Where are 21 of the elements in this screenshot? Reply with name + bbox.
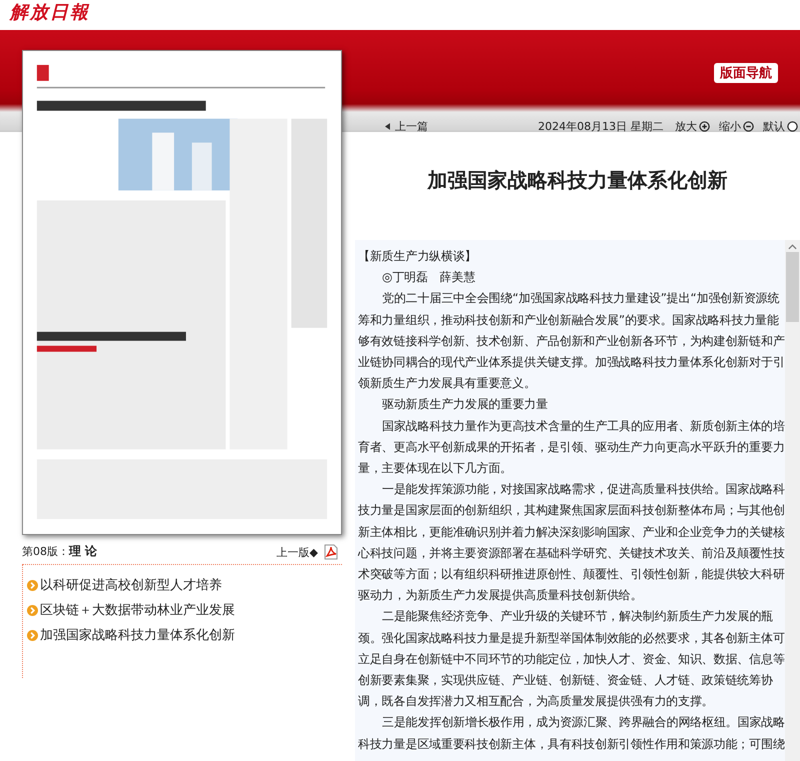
date-text: 2024年08月13日 星期二 xyxy=(538,118,664,134)
article-paragraph: 一是能发挥策源功能，对接国家战略需求，促进高质量科技供给。国家战略科技力量是国家层面的创新组织，其构建聚焦国家层面科技创新整体布局；与其他创新主体相比，更能准确识别并着力解决深刻影响国家、产业和企业竞争力的关键核心科技问题，并将主要资源部署在基础科学研究、关键技术攻关、前沿及颠覆性技术突破等方面；以有组织科研推进原创性、颠覆性、引领性创新，能提供较大科研驱动力，为新质生产力发展提供高质量科技创新供给。 xyxy=(358,481,786,604)
previous-page-link[interactable]: 上一版◆ xyxy=(276,544,318,560)
zoom-out-button[interactable]: 缩小 xyxy=(719,118,754,134)
article-paragraph: ◎丁明磊 薛美慧 xyxy=(381,269,476,286)
article-paragraph: 三是能发挥创新增长极作用，成为资源汇聚、跨界融合的网络枢纽。国家战略科技力量是区域重要科技创新主体，具有科技创新引领性作用和策源功能；可围绕 xyxy=(358,714,786,753)
page-navigation-button[interactable]: 版面导航 xyxy=(714,63,778,83)
article-paragraph: 党的二十届三中全会围绕“加强国家战略科技力量建设”提出“加强创新资源统筹和力量组织，推动科技创新和产业创新融合发展”的要求。国家战略科技力量能够有效链接科学创新、技术创新、产品创新和产业创新各环节，为构建创新链和产业链协同耦合的现代产业体系提供关键支撑。加强战略科技力量体系化创新对于引领新质生产力发展具有重要意义。 xyxy=(358,290,786,392)
article-paragraph: 国家战略科技力量作为更高技术含量的生产工具的应用者、新质创新主体的培育者、更高水平创新成果的开拓者，是引领、驱动生产力向更高水平跃升的重要力量，主要体现在以下几方面。 xyxy=(358,418,786,478)
article-paragraph: 驱动新质生产力发展的重要力量 xyxy=(381,396,549,414)
article-link[interactable]: 以科研促进高校创新型人才培养 xyxy=(27,573,342,598)
article-paragraph: 二是能聚焦经济竞争、产业升级的关键环节，解决制约新质生产力发展的瓶颈。强化国家战略科技力量是提升新型举国体制效能的必然要求，其各创新主体可立足自身在创新链中不同环节的功能定位，加快人才、资金、知识、数据、信息等创新要素集聚，实现供应链、产业链、创新链、资金链、人才链、政策链统筹协调，既各自发挥潜力又相互配合，为高质量发展提供强有力的支撑。 xyxy=(358,608,786,710)
previous-article-link[interactable]: 上一篇 xyxy=(385,118,428,134)
zoom-in-button[interactable]: 放大 xyxy=(675,118,710,134)
reset-zoom-button[interactable]: 默认 xyxy=(763,118,798,134)
article-link[interactable]: 加强国家战略科技力量体系化创新 xyxy=(27,623,342,648)
newspaper-logo: 解放日報 xyxy=(10,1,90,24)
article-link[interactable]: 区块链＋大数据带动林业产业发展 xyxy=(27,598,342,623)
page-label: 第08版：理 论 xyxy=(22,543,98,560)
article-paragraph: 【新质生产力纵横谈】 xyxy=(358,248,478,265)
article-headline: 加强国家战略科技力量体系化创新 xyxy=(426,167,728,193)
